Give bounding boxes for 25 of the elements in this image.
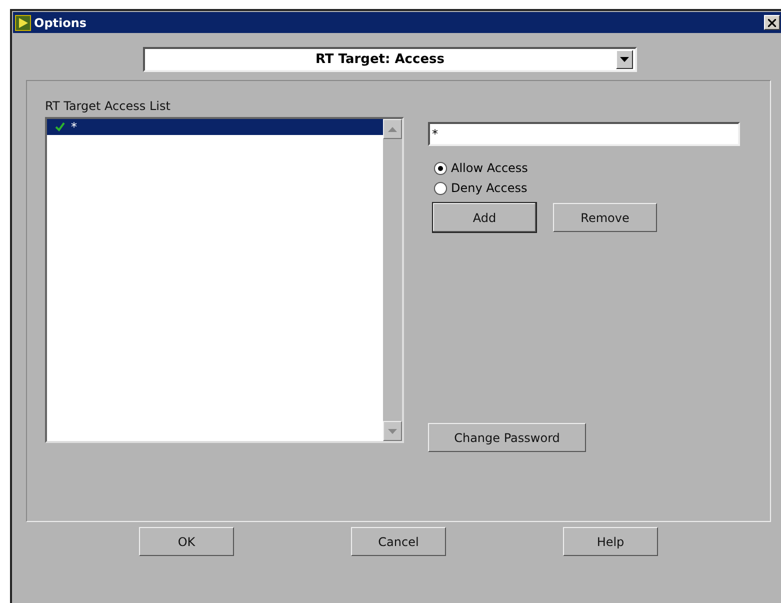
dialog-button[interactable]: Cancel xyxy=(351,527,446,556)
scroll-up-button[interactable] xyxy=(383,119,402,139)
close-button[interactable] xyxy=(764,15,780,30)
radio-option[interactable]: Deny Access xyxy=(428,178,740,198)
address-field[interactable]: * xyxy=(428,122,740,146)
down-arrow-icon xyxy=(620,57,628,62)
app-icon xyxy=(15,14,31,30)
dropdown-button[interactable] xyxy=(616,50,632,69)
dialog-button[interactable]: OK xyxy=(139,527,234,556)
list-item[interactable]: * xyxy=(47,119,383,135)
list-action-button[interactable]: Add xyxy=(432,202,537,233)
category-dropdown[interactable]: RT Target: Access xyxy=(142,47,636,72)
list-action-button[interactable]: Remove xyxy=(553,203,657,232)
list-label: RT Target Access List xyxy=(45,99,172,113)
up-arrow-icon xyxy=(388,126,397,132)
scrollbar[interactable] xyxy=(383,119,402,441)
dialog-button[interactable]: Help xyxy=(563,527,658,556)
down-arrow-icon xyxy=(388,428,397,434)
radio-button[interactable] xyxy=(434,182,447,194)
change-password-button[interactable]: Change Password xyxy=(428,423,586,452)
scroll-down-button[interactable] xyxy=(383,421,402,441)
close-icon xyxy=(768,18,776,26)
radio-option[interactable]: Allow Access xyxy=(428,158,740,178)
radio-button[interactable] xyxy=(434,162,447,174)
window-title: Options xyxy=(34,16,88,30)
